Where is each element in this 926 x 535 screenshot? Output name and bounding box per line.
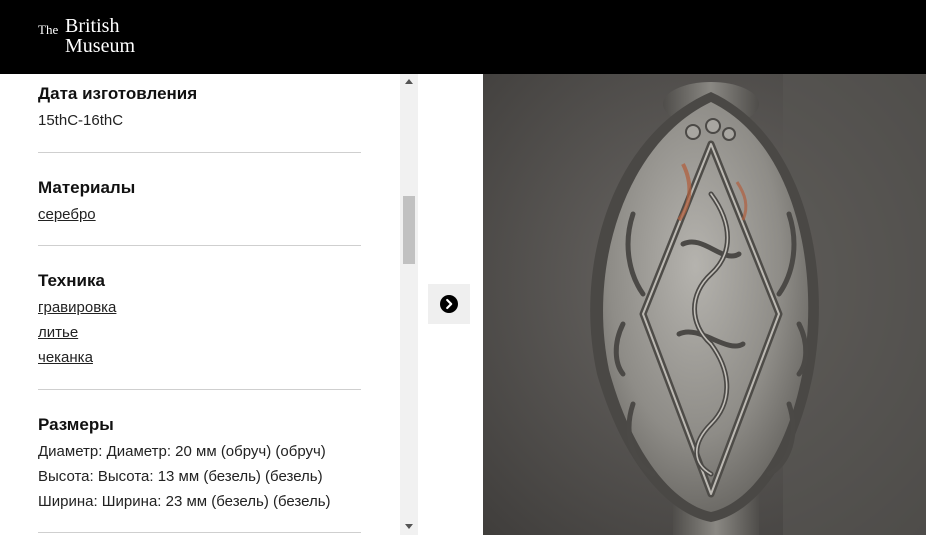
triangle-down-icon[interactable] xyxy=(405,524,413,529)
logo-the: The xyxy=(38,22,59,37)
dimensions-section: Размеры Диаметр: Диаметр: 20 мм (обруч) … xyxy=(38,415,361,514)
production-date-value: 15thC-16thC xyxy=(38,112,124,129)
scrollbar-thumb[interactable] xyxy=(403,196,415,264)
triangle-up-icon[interactable] xyxy=(405,79,413,84)
logo-museum: Museum xyxy=(65,35,135,57)
logo-british: British xyxy=(65,15,120,37)
technique-link-chasing[interactable]: чеканка xyxy=(38,345,93,370)
technique-link-engraving[interactable]: гравировка xyxy=(38,295,116,320)
dimensions-heading: Размеры xyxy=(38,415,114,434)
production-date-section: Дата изготовления 15thC-16thC xyxy=(38,84,361,133)
dimension-width: Ширина: Ширина: 23 мм (безель) (безель) xyxy=(38,493,331,510)
material-link-silver[interactable]: серебро xyxy=(38,202,96,227)
object-image[interactable] xyxy=(483,74,926,535)
technique-section: Техника гравировка литье чеканка xyxy=(38,271,361,370)
next-image-button[interactable] xyxy=(440,295,458,313)
silver-signet-ring-image xyxy=(483,74,926,535)
divider xyxy=(38,245,361,246)
object-details-panel: Дата изготовления 15thC-16thC Материалы … xyxy=(0,74,400,535)
details-scrollbar[interactable] xyxy=(400,74,418,535)
image-nav-panel xyxy=(428,284,470,324)
dimension-height: Высота: Высота: 13 мм (безель) (безель) xyxy=(38,468,323,485)
materials-heading: Материалы xyxy=(38,178,136,197)
chevron-right-icon xyxy=(446,298,453,310)
materials-section: Материалы серебро xyxy=(38,178,361,227)
divider xyxy=(38,532,361,533)
production-date-heading: Дата изготовления xyxy=(38,84,198,103)
divider xyxy=(38,152,361,153)
technique-heading: Техника xyxy=(38,271,105,290)
divider xyxy=(38,389,361,390)
technique-link-casting[interactable]: литье xyxy=(38,320,78,345)
dimension-diameter: Диаметр: Диаметр: 20 мм (обруч) (обруч) xyxy=(38,443,326,460)
site-header: The British Museum xyxy=(0,0,926,74)
